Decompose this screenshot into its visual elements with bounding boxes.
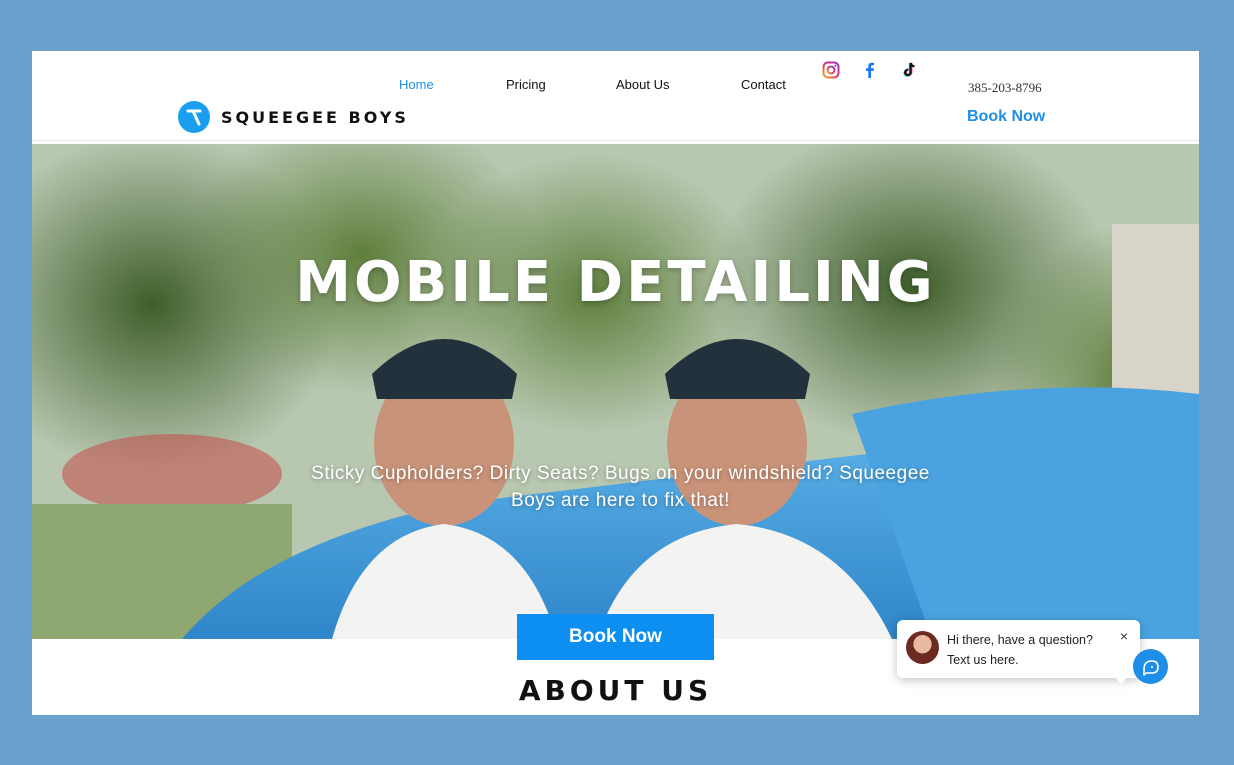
hero-banner: MOBILE DETAILING Sticky Cupholders? Dirt… <box>32 144 1199 639</box>
site-header: Home Pricing About Us Contact SQUEEGEE B… <box>32 51 1199 141</box>
brand-logo[interactable]: SQUEEGEE BOYS <box>178 100 409 134</box>
phone-number[interactable]: 385-203-8796 <box>968 80 1042 96</box>
chat-line-2: Text us here. <box>947 653 1019 667</box>
facebook-icon[interactable] <box>861 61 879 79</box>
close-icon[interactable]: × <box>1120 628 1128 644</box>
tiktok-icon[interactable] <box>900 61 918 79</box>
nav-contact[interactable]: Contact <box>741 77 786 92</box>
hero-book-now-button[interactable]: Book Now <box>517 614 714 660</box>
chat-launcher-button[interactable] <box>1133 649 1168 684</box>
nav-home[interactable]: Home <box>399 77 434 92</box>
chat-popup[interactable]: Hi there, have a question? Text us here.… <box>897 620 1140 684</box>
site-frame: Home Pricing About Us Contact SQUEEGEE B… <box>32 51 1199 715</box>
about-us-heading: ABOUT US <box>518 674 713 707</box>
header-book-now-button[interactable]: Book Now <box>967 108 1045 126</box>
nav-pricing[interactable]: Pricing <box>506 77 546 92</box>
squeegee-logo-icon <box>178 101 210 133</box>
chat-agent-avatar <box>906 631 939 664</box>
hero-background-photo <box>32 144 1199 639</box>
chat-icon <box>1143 660 1159 676</box>
brand-name: SQUEEGEE BOYS <box>221 107 409 127</box>
chat-line-1: Hi there, have a question? <box>947 633 1093 647</box>
hero-subtitle: Sticky Cupholders? Dirty Seats? Bugs on … <box>311 463 930 511</box>
social-links <box>822 61 918 79</box>
chat-message: Hi there, have a question? Text us here. <box>947 630 1093 670</box>
instagram-icon[interactable] <box>822 61 840 79</box>
chat-tail <box>1113 675 1129 684</box>
hero-title: MOBILE DETAILING <box>295 250 936 315</box>
nav-about-us[interactable]: About Us <box>616 77 669 92</box>
